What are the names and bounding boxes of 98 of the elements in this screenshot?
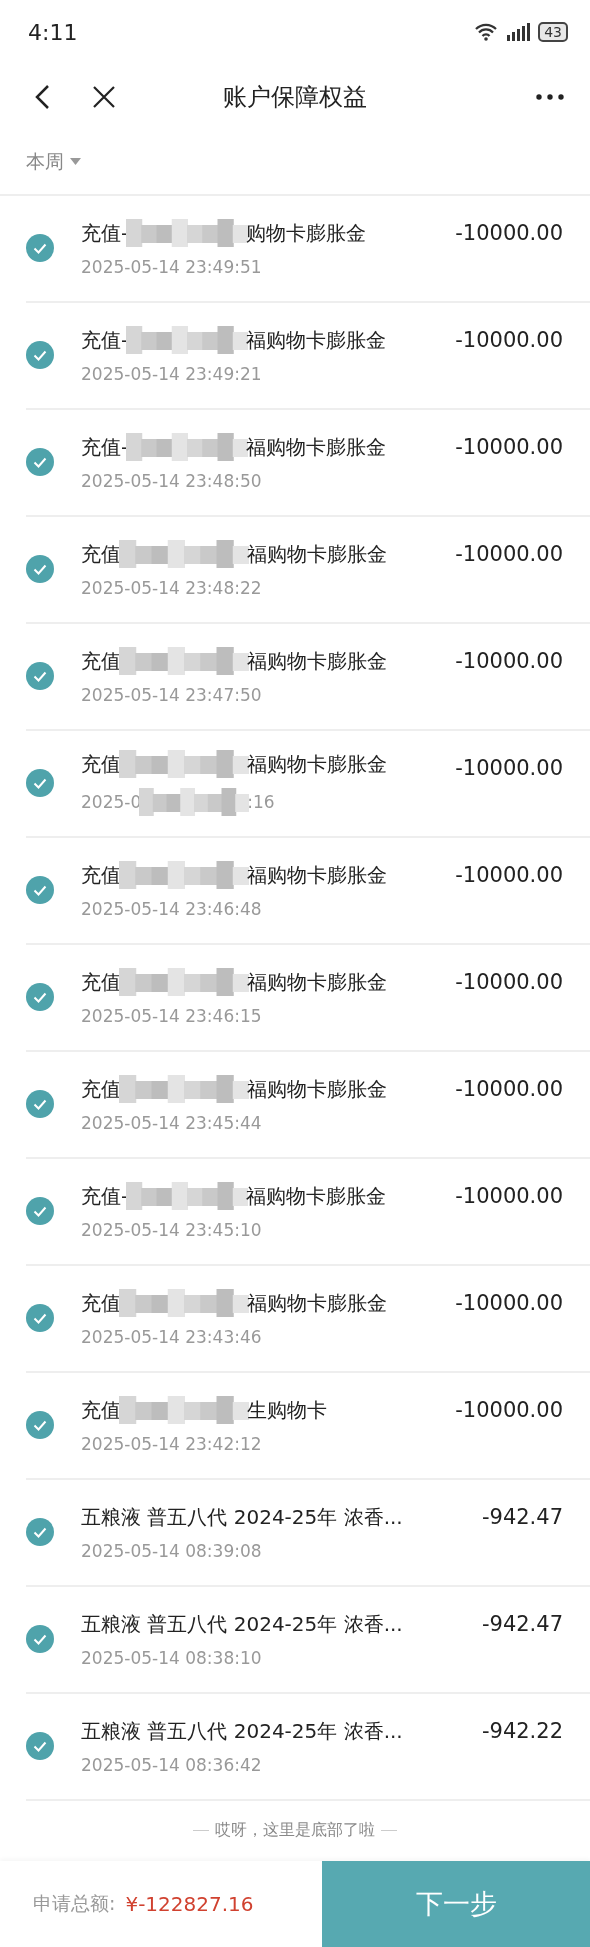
battery-level: 43 [538, 22, 568, 43]
row-checkbox[interactable] [26, 1090, 54, 1119]
checkmark-icon [33, 1740, 47, 1752]
checkmark-icon [33, 349, 47, 361]
record-title: 福购物卡膨胀金 [247, 861, 387, 889]
checkmark-icon [33, 1312, 47, 1324]
page-title: 账户保障权益 [223, 81, 367, 113]
record-title: 生购物卡 [247, 1396, 327, 1424]
row-checkbox[interactable] [26, 234, 54, 263]
record-time: 2025-05-14 23:48:50 [81, 471, 262, 492]
checkmark-icon [33, 456, 47, 468]
record-amount: -10000.00 [455, 327, 563, 352]
row-checkbox[interactable] [26, 1625, 54, 1654]
period-dropdown[interactable]: 本周 [26, 129, 81, 194]
record-title: 充值 [81, 750, 121, 778]
record-amount: -10000.00 [455, 1076, 563, 1101]
record-time: 2025-05-14 23:49:21 [81, 364, 262, 385]
record-amount: -10000.00 [455, 220, 563, 245]
record-amount: -942.22 [481, 1718, 563, 1743]
record-title: 福购物卡膨胀金 [247, 1289, 387, 1317]
record-amount: -10000.00 [455, 1183, 563, 1208]
checkmark-icon [33, 777, 47, 789]
record-time: 2025-05-14 23:49:51 [81, 257, 262, 278]
caret-icon [70, 158, 81, 166]
checkmark-icon [33, 1633, 47, 1645]
record-amount: -942.47 [481, 1504, 563, 1529]
record-title: 福购物卡膨胀金 [246, 1182, 387, 1210]
record-amount: -10000.00 [455, 434, 563, 459]
record-title: 充值 [81, 861, 121, 889]
record-time: 2025-05-14 08:38:10 [81, 1647, 262, 1668]
record-amount: -10000.00 [455, 969, 563, 994]
checkmark-icon [33, 563, 47, 575]
record-title: 五粮液 普五八代 2024-25年 浓香... [81, 1717, 403, 1745]
record-title: 五粮液 普五八代 2024-25年 浓香... [81, 1610, 403, 1638]
total-amount: ¥-122827.16 [125, 1891, 254, 1916]
record-time: 2025-0 [81, 792, 142, 813]
row-checkbox[interactable] [26, 448, 54, 477]
row-checkbox[interactable] [26, 1732, 54, 1761]
row-checkbox[interactable] [26, 1197, 54, 1226]
record-amount: -10000.00 [455, 541, 563, 566]
record-time: 2025-05-14 23:47:50 [81, 685, 262, 706]
checkmark-icon [33, 242, 47, 254]
next-step-button[interactable]: 下一步 [322, 1860, 590, 1947]
record-title: 充值 [81, 1075, 121, 1103]
record-title: 五粮液 普五八代 2024-25年 浓香... [81, 1503, 403, 1531]
record-title: 充值 [81, 1396, 121, 1424]
record-amount: -10000.00 [455, 755, 563, 780]
record-title: 购物卡膨胀金 [246, 219, 367, 247]
record-title: 福购物卡膨胀金 [246, 433, 387, 461]
row-checkbox[interactable] [26, 1518, 54, 1547]
row-checkbox[interactable] [26, 1411, 54, 1440]
checkmark-icon [33, 1205, 47, 1217]
record-title: 福购物卡膨胀金 [247, 750, 387, 778]
checkmark-icon [33, 884, 47, 896]
row-checkbox[interactable] [26, 662, 54, 691]
more-icon [536, 93, 564, 100]
wifi-icon [474, 23, 499, 42]
record-amount: -10000.00 [455, 1397, 563, 1422]
record-time: 2025-05-14 23:46:48 [81, 899, 262, 920]
record-title: 充值 [81, 647, 121, 675]
row-checkbox[interactable] [26, 341, 54, 370]
record-title: 充值 [81, 968, 121, 996]
back-icon [34, 83, 50, 110]
record-title: 福购物卡膨胀金 [246, 326, 387, 354]
record-title: 福购物卡膨胀金 [247, 647, 387, 675]
checkmark-icon [33, 991, 47, 1003]
row-checkbox[interactable] [26, 769, 54, 798]
record-title: 福购物卡膨胀金 [247, 540, 387, 568]
close-icon [92, 84, 116, 109]
checkmark-icon [33, 1526, 47, 1538]
total-label: 申请总额: [33, 1890, 116, 1916]
row-checkbox[interactable] [26, 1304, 54, 1333]
record-title: 福购物卡膨胀金 [247, 1075, 387, 1103]
record-time: :16 [247, 792, 275, 813]
record-title: 充值 [81, 1289, 121, 1317]
record-time: 2025-05-14 23:45:10 [81, 1220, 262, 1241]
record-time: 2025-05-14 08:36:42 [81, 1754, 262, 1775]
record-amount: -10000.00 [455, 648, 563, 673]
checkmark-icon [33, 1098, 47, 1110]
record-time: 2025-05-14 08:39:08 [81, 1540, 262, 1561]
row-checkbox[interactable] [26, 983, 54, 1012]
checkmark-icon [33, 670, 47, 682]
record-time: 2025-05-14 23:48:22 [81, 578, 262, 599]
row-checkbox[interactable] [26, 876, 54, 905]
list-end-note: 哎呀，这里是底部了啦 [215, 1820, 375, 1842]
record-time: 2025-05-14 23:43:46 [81, 1327, 262, 1348]
record-amount: -942.47 [481, 1611, 563, 1636]
record-title: 福购物卡膨胀金 [247, 968, 387, 996]
record-time: 2025-05-14 23:42:12 [81, 1434, 262, 1455]
record-title: 充值 [81, 540, 121, 568]
record-time: 2025-05-14 23:45:44 [81, 1113, 262, 1134]
status-time: 4:11 [28, 19, 78, 45]
checkmark-icon [33, 1419, 47, 1431]
row-checkbox[interactable] [26, 555, 54, 584]
signal-icon [506, 23, 531, 42]
record-time: 2025-05-14 23:46:15 [81, 1006, 262, 1027]
record-amount: -10000.00 [455, 1290, 563, 1315]
record-amount: -10000.00 [455, 862, 563, 887]
